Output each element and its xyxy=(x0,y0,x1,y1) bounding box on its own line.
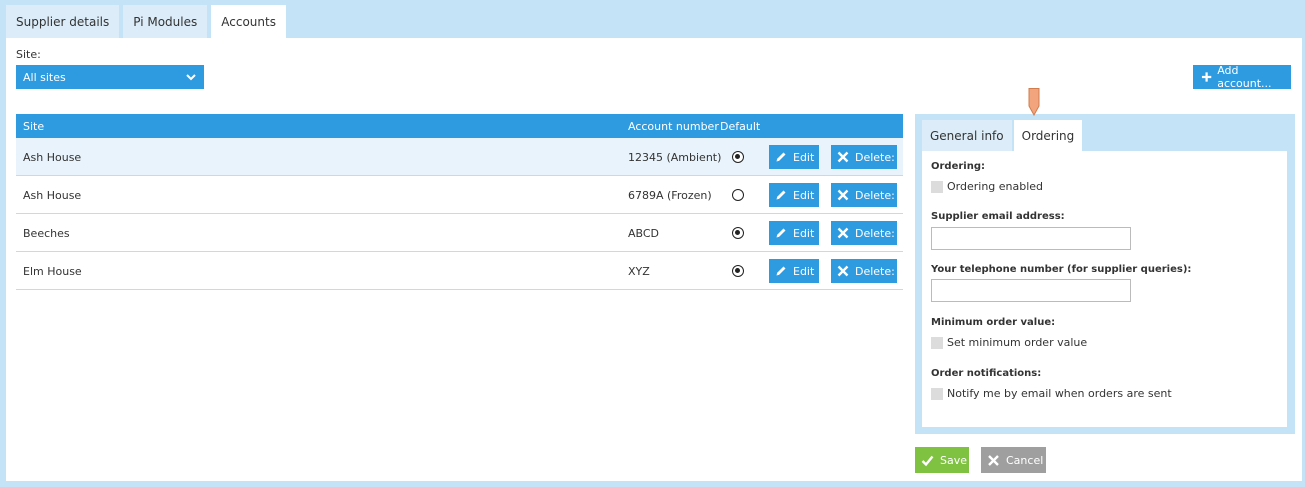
pencil-icon xyxy=(776,228,786,238)
row-site: Elm House xyxy=(23,265,82,278)
plus-icon xyxy=(1201,72,1212,82)
tab-pi-modules[interactable]: Pi Modules xyxy=(123,5,208,38)
close-icon xyxy=(837,227,849,239)
edit-label: Edit xyxy=(793,264,815,278)
delete-button[interactable]: Delete: xyxy=(831,259,897,283)
edit-button[interactable]: Edit xyxy=(769,183,819,207)
arrow-down-icon xyxy=(1028,88,1040,116)
delete-button[interactable]: Delete: xyxy=(831,221,897,245)
telephone-label: Your telephone number (for supplier quer… xyxy=(931,264,1192,275)
accounts-panel: Site: All sites Add account... Site Acco… xyxy=(6,38,1302,481)
tab-ordering[interactable]: Ordering xyxy=(1013,120,1083,151)
pencil-icon xyxy=(776,190,786,200)
check-icon xyxy=(921,455,934,466)
row-account-number: XYZ xyxy=(628,265,650,278)
row-account-number: 6789A (Frozen) xyxy=(628,189,712,202)
default-radio[interactable] xyxy=(732,265,744,277)
tab-supplier-details[interactable]: Supplier details xyxy=(6,5,120,38)
delete-label: Delete: xyxy=(855,264,895,278)
delete-button[interactable]: Delete: xyxy=(831,183,897,207)
add-account-label: Add account... xyxy=(1217,64,1272,90)
pencil-icon xyxy=(776,152,786,162)
table-row[interactable]: Beeches ABCD Edit Delete: xyxy=(16,214,903,252)
table-row[interactable]: Elm House XYZ Edit Delete: xyxy=(16,252,903,290)
supplier-email-label: Supplier email address: xyxy=(931,211,1065,222)
tab-general-info[interactable]: General info xyxy=(922,120,1012,151)
edit-label: Edit xyxy=(793,150,815,164)
ordering-form: Ordering: Ordering enabled Supplier emai… xyxy=(922,151,1287,427)
close-icon xyxy=(837,151,849,163)
save-label: Save xyxy=(940,453,968,467)
table-row[interactable]: Ash House 12345 (Ambient) Edit Delete: xyxy=(16,138,903,176)
top-tab-bar: Supplier details Pi Modules Accounts xyxy=(6,5,290,38)
detail-tab-bar: General info Ordering xyxy=(922,120,1084,151)
edit-label: Edit xyxy=(793,226,815,240)
row-account-number: ABCD xyxy=(628,227,660,240)
ordering-enabled-checkbox[interactable]: Ordering enabled xyxy=(931,180,1043,193)
account-detail-panel: General info Ordering Ordering: Ordering… xyxy=(915,114,1295,434)
minimum-order-label: Minimum order value: xyxy=(931,317,1056,328)
ordering-enabled-label: Ordering enabled xyxy=(947,180,1044,193)
row-site: Ash House xyxy=(23,189,82,202)
cancel-button[interactable]: Cancel xyxy=(981,447,1046,473)
save-button[interactable]: Save xyxy=(915,447,969,473)
checkbox[interactable] xyxy=(931,387,943,400)
row-site: Ash House xyxy=(23,151,82,164)
edit-button[interactable]: Edit xyxy=(769,145,819,169)
tab-accounts[interactable]: Accounts xyxy=(211,5,286,38)
delete-label: Delete: xyxy=(855,188,895,202)
order-notifications-label: Order notifications: xyxy=(931,368,1042,379)
header-default: Default xyxy=(720,120,761,133)
cancel-label: Cancel xyxy=(1006,453,1044,467)
edit-button[interactable]: Edit xyxy=(769,259,819,283)
edit-button[interactable]: Edit xyxy=(769,221,819,245)
delete-label: Delete: xyxy=(855,150,895,164)
add-account-button[interactable]: Add account... xyxy=(1193,64,1291,90)
site-select-value: All sites xyxy=(23,70,66,84)
accounts-table: Site Account number Default Ash House 123… xyxy=(16,114,903,290)
site-label: Site: xyxy=(16,48,41,61)
telephone-field[interactable] xyxy=(931,279,1131,302)
default-radio[interactable] xyxy=(732,151,744,163)
close-icon xyxy=(988,454,999,466)
pencil-icon xyxy=(776,266,786,276)
default-radio[interactable] xyxy=(732,189,744,201)
default-radio[interactable] xyxy=(732,227,744,239)
close-icon xyxy=(837,189,849,201)
table-header: Site Account number Default xyxy=(16,114,903,138)
minimum-order-check-label: Set minimum order value xyxy=(947,336,1088,349)
table-row[interactable]: Ash House 6789A (Frozen) Edit Delete: xyxy=(16,176,903,214)
minimum-order-checkbox[interactable]: Set minimum order value xyxy=(931,336,1087,349)
row-site: Beeches xyxy=(23,227,70,240)
header-site: Site xyxy=(23,120,45,133)
checkbox[interactable] xyxy=(931,180,943,193)
checkbox[interactable] xyxy=(931,336,943,349)
notify-email-label: Notify me by email when orders are sent xyxy=(947,387,1172,400)
row-account-number: 12345 (Ambient) xyxy=(628,151,722,164)
site-select[interactable]: All sites xyxy=(16,65,204,89)
notify-email-checkbox[interactable]: Notify me by email when orders are sent xyxy=(931,387,1172,400)
ordering-label: Ordering: xyxy=(931,161,986,172)
chevron-down-icon xyxy=(186,74,196,81)
header-account-number: Account number xyxy=(628,120,719,133)
delete-button[interactable]: Delete: xyxy=(831,145,897,169)
supplier-email-field[interactable] xyxy=(931,227,1131,250)
close-icon xyxy=(837,265,849,277)
delete-label: Delete: xyxy=(855,226,895,240)
edit-label: Edit xyxy=(793,188,815,202)
